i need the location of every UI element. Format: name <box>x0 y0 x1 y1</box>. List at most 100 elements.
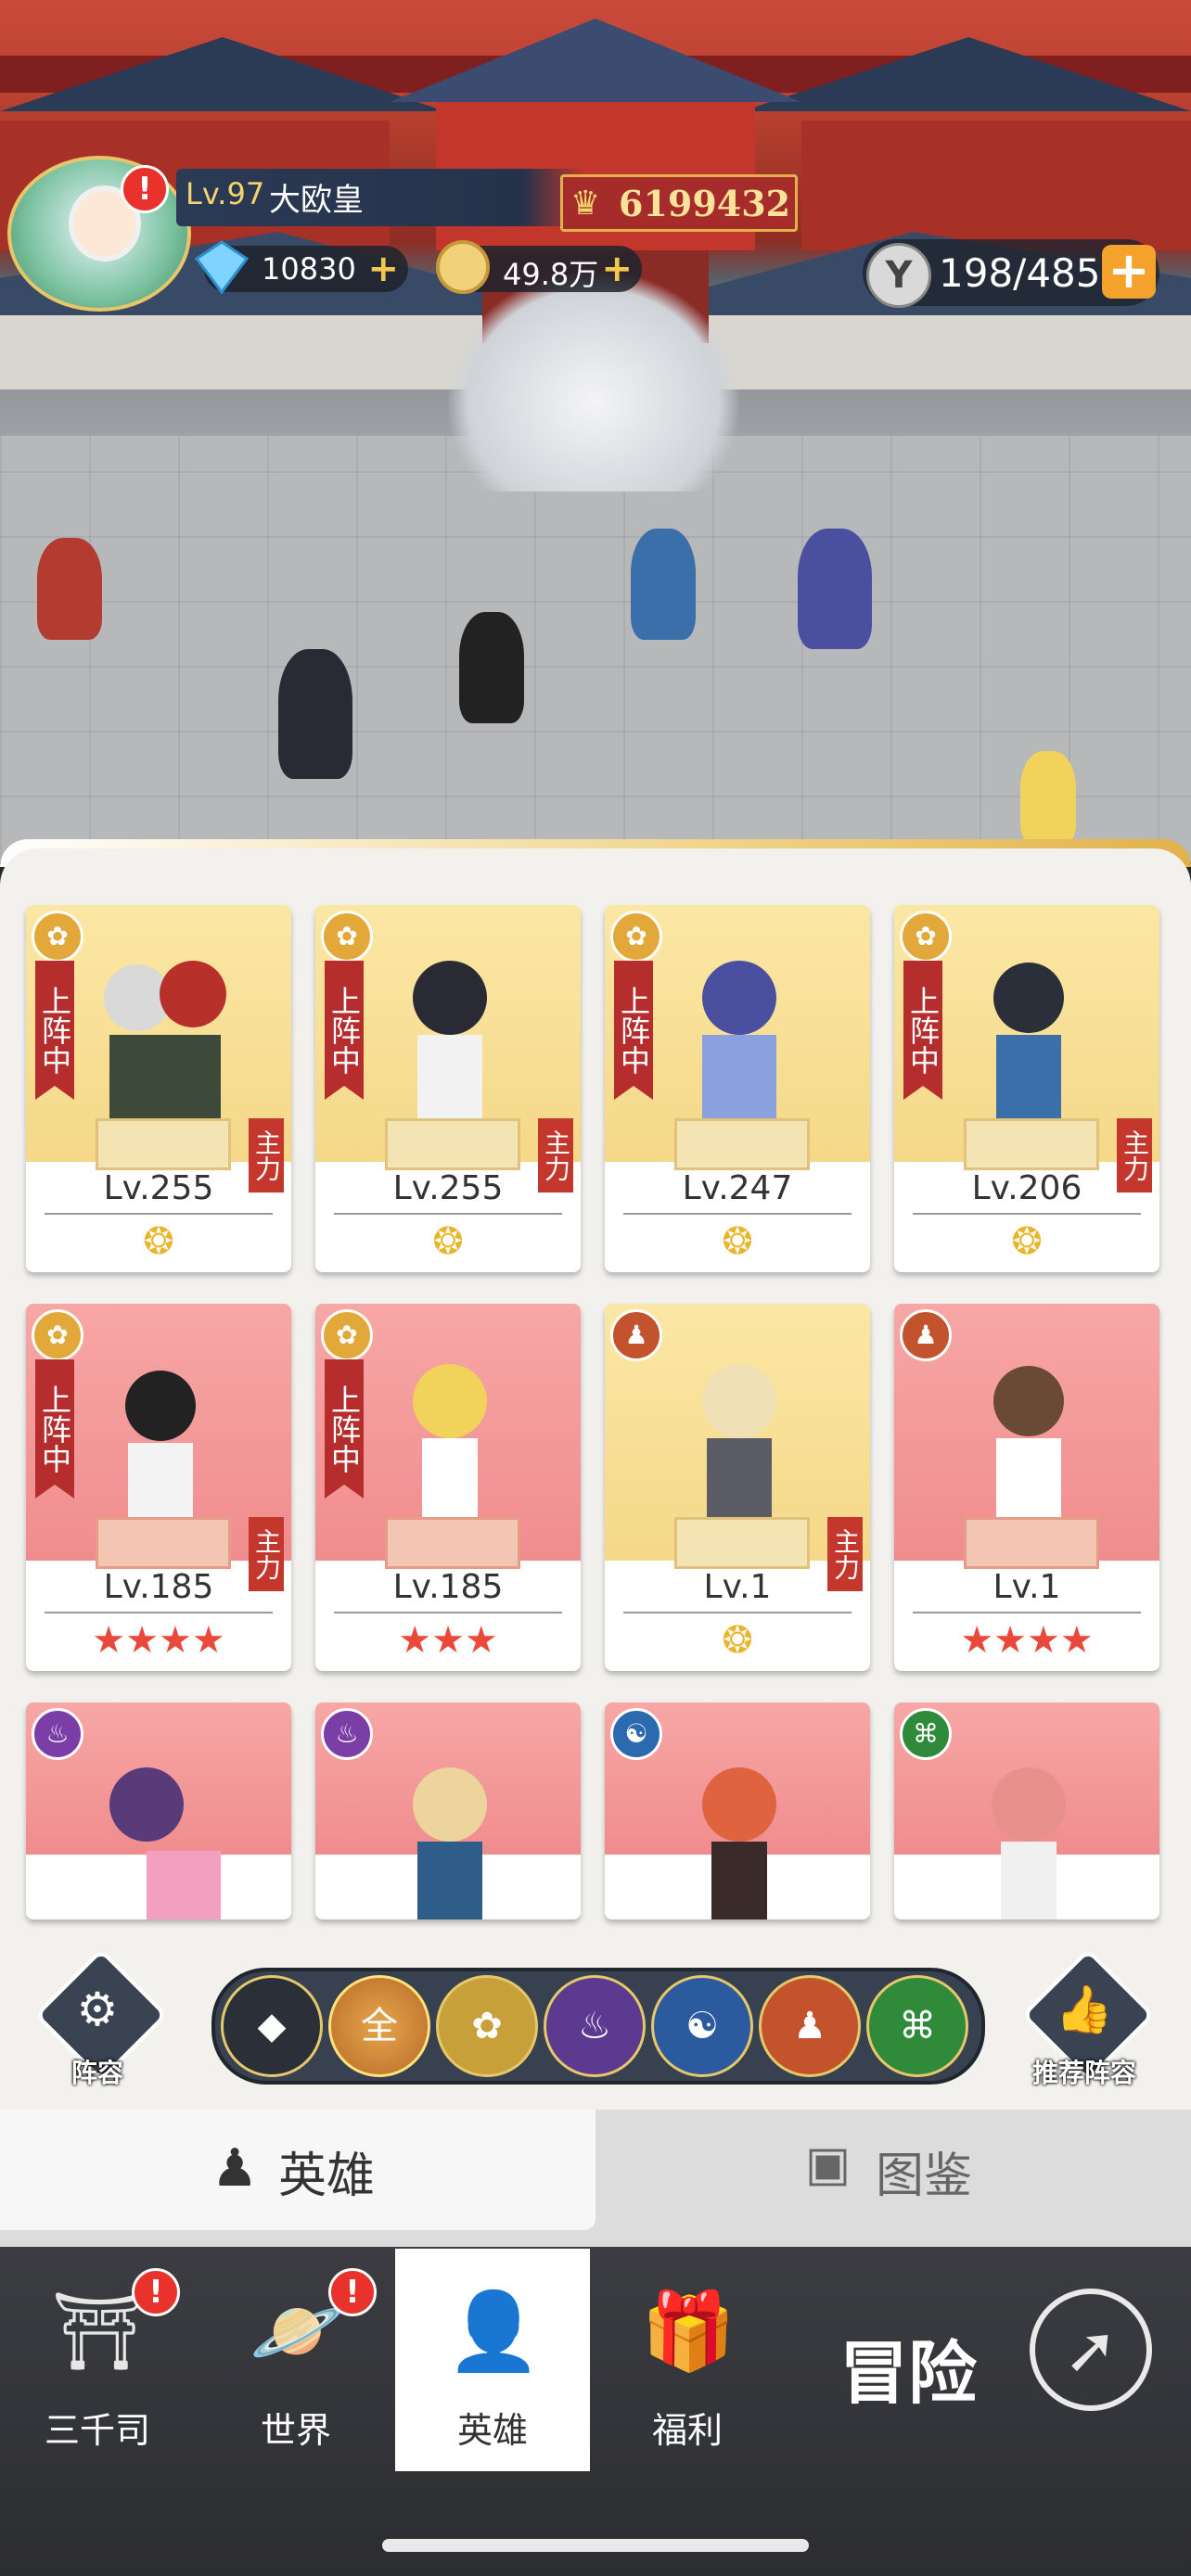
deployed-banner: 上阵中 <box>325 1359 364 1498</box>
diamond-icon <box>194 240 250 295</box>
hero-level: Lv.255 <box>103 1169 214 1207</box>
hero-card[interactable]: ✿ 上阵中 Lv.185 ★★★ <box>315 1304 581 1671</box>
hero-level: Lv.185 <box>392 1568 504 1606</box>
gold-value: 49.8万 <box>503 257 599 292</box>
lotus-faction-icon: ✿ <box>321 1309 373 1361</box>
hero-pedestal <box>96 1517 231 1569</box>
gift-box-icon: 🎁 <box>641 2288 736 2376</box>
hero-portrait <box>371 1749 529 1919</box>
deployed-banner: 上阵中 <box>614 961 653 1100</box>
filter-flame-icon[interactable]: ♨ <box>544 1975 646 2077</box>
nav-world-label: 世界 <box>260 2410 331 2451</box>
formation-label: 阵容 <box>70 2058 123 2088</box>
hero-pedestal <box>385 1517 520 1569</box>
adventure-label[interactable]: 冒险 <box>839 2318 977 2417</box>
hero-card[interactable]: ✿ 上阵中 主力 Lv.255 ❂ <box>26 905 291 1272</box>
hero-level: Lv.247 <box>682 1169 793 1207</box>
yinyang-faction-icon: ☯ <box>610 1708 662 1760</box>
diamond-counter[interactable]: 10830 + <box>194 240 408 295</box>
gold-add-icon[interactable]: + <box>601 248 633 290</box>
nav-heroes-label: 英雄 <box>456 2410 528 2451</box>
compass-icon[interactable]: ➚ <box>1030 2289 1152 2411</box>
hero-silhouette-icon: 👤 <box>446 2288 542 2376</box>
hero-level: Lv.1 <box>703 1568 772 1606</box>
hero-portrait <box>950 951 1108 1137</box>
diamond-add-icon[interactable]: + <box>367 248 399 290</box>
filter-lotus-icon[interactable]: ✿ <box>436 1975 538 2077</box>
filter-monk-icon[interactable]: ♟ <box>759 1975 861 2077</box>
hero-portrait <box>371 951 529 1137</box>
gold-coin-icon <box>436 240 490 294</box>
player-name: 大欧皇 <box>269 182 364 219</box>
power-display: ♛ 6199432 <box>560 174 798 232</box>
planet-icon: 🪐 <box>250 2288 345 2376</box>
lotus-faction-icon: ✿ <box>610 911 662 963</box>
hero-card[interactable]: ♨ <box>315 1702 581 1919</box>
deployed-banner: 上阵中 <box>325 961 364 1100</box>
lotus-faction-icon: ✿ <box>32 911 83 963</box>
hero-portrait <box>82 1749 239 1919</box>
hero-pedestal <box>964 1517 1099 1569</box>
filter-helix-icon[interactable]: ⌘ <box>866 1975 968 2077</box>
monk-faction-icon: ♟ <box>610 1309 662 1361</box>
tab-codex-label[interactable]: 图鉴 <box>876 2136 972 2206</box>
power-icon: ♛ <box>570 185 601 223</box>
pagoda-icon: ⛩ <box>51 2288 148 2376</box>
hero-card[interactable]: ♟ 主力 Lv.1 ❂ <box>605 1304 870 1671</box>
hero-card[interactable]: ✿ 上阵中 Lv.247 ❂ <box>605 905 870 1272</box>
player-level: Lv.97 <box>186 176 265 211</box>
gold-rank-icon: ❂ <box>722 1220 753 1263</box>
nav-heroes[interactable]: 👤 英雄 <box>395 2249 590 2477</box>
gold-counter[interactable]: 49.8万 + <box>436 240 642 294</box>
nav-welfare-label: 福利 <box>651 2410 723 2451</box>
hero-tab-icon: ♟ <box>211 2138 259 2199</box>
nav-welfare[interactable]: 🎁 福利 <box>590 2249 785 2471</box>
gold-rank-icon: ❂ <box>1011 1220 1043 1263</box>
filter-type-button[interactable]: ◆ <box>221 1975 323 2077</box>
recommended-formation-label: 推荐阵容 <box>1031 2058 1136 2088</box>
hero-sprite <box>1020 751 1076 844</box>
hero-card[interactable]: ☯ <box>605 1702 870 1919</box>
hero-card[interactable]: ✿ 上阵中 主力 Lv.255 ❂ <box>315 905 581 1272</box>
lotus-faction-icon: ✿ <box>32 1309 83 1361</box>
hero-portrait <box>82 1350 239 1536</box>
formation-button[interactable]: ⚙ 阵容 <box>33 1947 169 2088</box>
hero-portrait <box>82 951 239 1137</box>
hero-stars: ★★★★ <box>960 1619 1094 1662</box>
codex-book-icon: ▣ <box>805 2136 852 2192</box>
hero-sprite <box>631 529 696 640</box>
hero-sprite <box>37 538 102 640</box>
filter-all-button[interactable]: 全 <box>328 1975 430 2077</box>
monk-faction-icon: ♟ <box>900 1309 952 1361</box>
hero-card[interactable]: ✿ 上阵中 主力 Lv.185 ★★★★ <box>26 1304 291 1671</box>
hero-stars: ★★★ <box>398 1619 498 1662</box>
world-alert-icon: ! <box>328 2268 377 2316</box>
tab-heroes-label[interactable]: 英雄 <box>278 2136 375 2206</box>
flame-faction-icon: ♨ <box>321 1708 373 1760</box>
hero-portrait <box>660 1749 818 1919</box>
hero-portrait <box>371 1350 529 1536</box>
stamina-value: 198/485 <box>939 250 1101 296</box>
hero-sprite <box>798 529 872 649</box>
lotus-faction-icon: ✿ <box>321 911 373 963</box>
fox-statue <box>445 269 742 491</box>
recommended-formation-button[interactable]: 👍 推荐阵容 <box>1020 1947 1156 2088</box>
hero-portrait <box>950 1749 1108 1919</box>
battle-scene <box>0 0 1191 862</box>
stamina-add-button[interactable]: + <box>1102 245 1156 299</box>
sanqiansi-alert-icon: ! <box>132 2268 180 2316</box>
hero-card[interactable]: ⌘ <box>894 1702 1159 1919</box>
hero-card[interactable]: ♟ Lv.1 ★★★★ <box>894 1304 1159 1671</box>
stamina-counter[interactable]: Y 198/485 + <box>863 239 1159 308</box>
hero-card[interactable]: ✿ 上阵中 主力 Lv.206 ❂ <box>894 905 1159 1272</box>
home-indicator[interactable] <box>382 2539 809 2552</box>
hero-portrait <box>950 1350 1108 1536</box>
filter-yinyang-icon[interactable]: ☯ <box>651 1975 753 2077</box>
helix-faction-icon: ⌘ <box>900 1708 952 1760</box>
nav-sanqiansi-label: 三千司 <box>44 2410 150 2451</box>
hero-card[interactable]: ♨ <box>26 1702 291 1919</box>
hero-pedestal <box>674 1517 810 1569</box>
hero-level: Lv.185 <box>103 1568 214 1606</box>
deployed-banner: 上阵中 <box>903 961 942 1100</box>
thumbs-up-icon: 👍 <box>1055 1983 1114 2036</box>
